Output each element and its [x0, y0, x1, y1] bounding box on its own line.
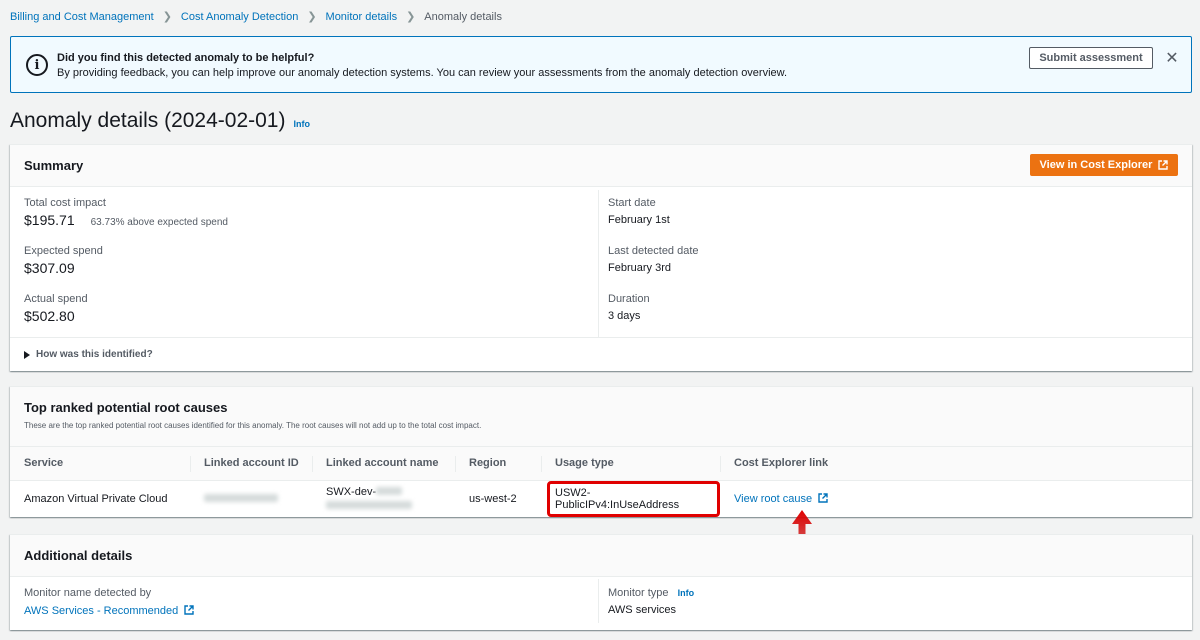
column-header-linked-account-id: Linked account ID — [190, 447, 312, 481]
column-divider — [598, 579, 599, 623]
banner-text: By providing feedback, you can help impr… — [57, 67, 788, 79]
additional-left-column: Monitor name detected by AWS Services - … — [24, 587, 195, 617]
actual-spend-label: Actual spend — [24, 293, 88, 305]
summary-left-column: Total cost impact $195.71 63.73% above ex… — [24, 197, 228, 341]
root-causes-table: Service Linked account ID Linked account… — [10, 447, 1192, 517]
page-title-text: Anomaly details (2024-02-01) — [10, 109, 286, 132]
info-link[interactable]: Info — [293, 119, 310, 129]
page-title: Anomaly details (2024-02-01) Info — [10, 109, 310, 133]
breadcrumb-current: Anomaly details — [424, 10, 502, 23]
column-header-cost-explorer-link: Cost Explorer link — [720, 447, 1192, 481]
info-circle-icon: i — [26, 54, 48, 76]
column-header-linked-account-name: Linked account name — [312, 447, 455, 481]
monitor-type-value: AWS services — [608, 604, 677, 616]
view-in-cost-explorer-button[interactable]: View in Cost Explorer — [1030, 154, 1178, 176]
root-causes-title: Top ranked potential root causes — [24, 400, 228, 415]
monitor-type-info-link[interactable]: Info — [678, 588, 695, 598]
usage-type-cell: USW2-PublicIPv4:InUseAddress — [541, 480, 720, 517]
last-detected-value: February 3rd — [608, 262, 671, 274]
summary-right-column: Start date February 1st Last detected da… — [608, 197, 699, 341]
start-date-label: Start date — [608, 197, 656, 209]
redacted-account-name — [376, 486, 403, 495]
view-root-cause-link[interactable]: View root cause — [734, 493, 828, 505]
monitor-name-label: Monitor name detected by — [24, 587, 152, 599]
summary-panel: Summary View in Cost Explorer Total cost… — [10, 144, 1192, 371]
region-cell: us-west-2 — [469, 492, 517, 505]
caret-right-icon — [24, 350, 30, 359]
monitor-name-value: AWS Services - Recommended — [24, 604, 195, 617]
how-identified-label: How was this identified? — [36, 349, 153, 360]
breadcrumb-monitor-details[interactable]: Monitor details — [326, 11, 398, 23]
duration-value: 3 days — [608, 310, 641, 322]
root-causes-description: These are the top ranked potential root … — [24, 421, 482, 430]
view-in-cost-explorer-label: View in Cost Explorer — [1039, 159, 1153, 171]
summary-title: Summary — [24, 158, 84, 173]
total-cost-impact-value: $195.71 63.73% above expected spend — [24, 212, 228, 228]
total-cost-impact-amount: $195.71 — [24, 212, 75, 228]
chevron-right-icon: ❯ — [406, 11, 416, 23]
start-date-value: February 1st — [608, 214, 670, 226]
additional-right-column: Monitor type Info AWS services — [608, 587, 694, 616]
monitor-name-link[interactable]: AWS Services - Recommended — [24, 605, 195, 617]
monitor-type-label-row: Monitor type Info — [608, 587, 694, 599]
external-link-icon — [818, 493, 828, 503]
column-header-region: Region — [455, 447, 541, 481]
additional-details-header: Additional details — [10, 535, 1192, 577]
root-causes-header: Top ranked potential root causes These a… — [10, 387, 1192, 447]
summary-header: Summary View in Cost Explorer — [10, 145, 1192, 187]
column-header-service: Service — [10, 447, 190, 481]
external-link-icon — [1158, 160, 1169, 170]
breadcrumb-billing[interactable]: Billing and Cost Management — [10, 11, 154, 23]
close-icon[interactable]: ✕ — [1163, 49, 1181, 67]
above-expected-note: 63.73% above expected spend — [90, 217, 228, 228]
how-identified-expander[interactable]: How was this identified? — [24, 349, 153, 360]
expected-spend-value: $307.09 — [24, 260, 75, 276]
summary-footer: How was this identified? — [10, 337, 1192, 372]
linked-account-id-cell — [190, 480, 312, 517]
total-cost-impact-label: Total cost impact — [24, 197, 106, 209]
redacted-account-name-line2 — [326, 500, 412, 509]
breadcrumb: Billing and Cost Management ❯ Cost Anoma… — [10, 10, 502, 24]
banner-title: Did you find this detected anomaly to be… — [57, 52, 315, 64]
duration-label: Duration — [608, 293, 650, 305]
additional-details-title: Additional details — [24, 548, 133, 563]
redacted-account-id — [204, 493, 278, 502]
account-name-prefix: SWX-dev- — [326, 485, 377, 498]
feedback-banner: i Did you find this detected anomaly to … — [10, 36, 1192, 93]
chevron-right-icon: ❯ — [162, 11, 172, 23]
root-causes-panel: Top ranked potential root causes These a… — [10, 386, 1192, 517]
usage-type-highlight: USW2-PublicIPv4:InUseAddress — [547, 480, 720, 517]
chevron-right-icon: ❯ — [307, 11, 317, 23]
column-header-usage-type: Usage type — [541, 447, 720, 481]
service-cell: Amazon Virtual Private Cloud — [24, 492, 168, 505]
submit-assessment-button[interactable]: Submit assessment — [1029, 47, 1153, 69]
table-row: Amazon Virtual Private Cloud SWX-dev- us… — [10, 480, 1192, 517]
last-detected-label: Last detected date — [608, 245, 699, 257]
linked-account-name-cell: SWX-dev- — [312, 480, 455, 517]
breadcrumb-cost-anomaly-detection[interactable]: Cost Anomaly Detection — [181, 11, 298, 23]
external-link-icon — [184, 605, 195, 615]
monitor-type-label: Monitor type — [608, 587, 669, 599]
actual-spend-value: $502.80 — [24, 308, 75, 324]
additional-details-panel: Additional details Monitor name detected… — [10, 534, 1192, 630]
column-divider — [598, 190, 599, 337]
table-header-row: Service Linked account ID Linked account… — [10, 447, 1192, 481]
expected-spend-label: Expected spend — [24, 245, 103, 257]
